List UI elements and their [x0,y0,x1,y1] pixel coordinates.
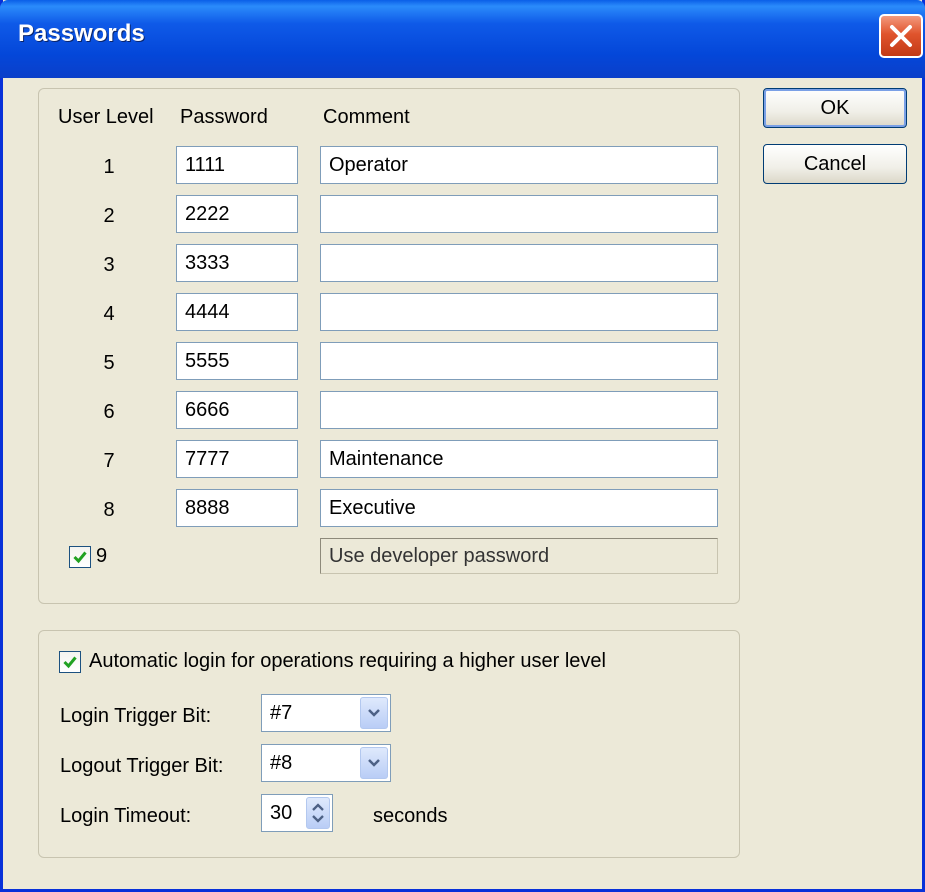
cancel-button[interactable]: Cancel [763,144,907,184]
password-field-1[interactable] [176,146,298,184]
login-trigger-value: #7 [270,702,293,724]
level-label-2: 2 [103,205,115,227]
comment-field-2[interactable] [320,195,718,233]
passwords-dialog: Passwords User Level Password Comment 1 … [0,0,925,892]
header-comment: Comment [323,106,410,128]
level-label-7: 7 [103,450,115,472]
level-label-8: 8 [103,499,115,521]
spin-arrows-icon [312,803,324,823]
login-trigger-select[interactable]: #7 [261,694,391,732]
comment-field-3[interactable] [320,244,718,282]
password-field-4[interactable] [176,293,298,331]
comment-field-4[interactable] [320,293,718,331]
login-timeout-spinner[interactable]: 30 [261,794,333,832]
header-user-level: User Level [58,106,154,128]
close-button[interactable] [879,14,923,58]
logout-trigger-value: #8 [270,752,293,774]
chevron-down-icon [368,709,380,717]
password-field-7[interactable] [176,440,298,478]
password-field-2[interactable] [176,195,298,233]
login-timeout-value: 30 [270,802,293,824]
password-field-3[interactable] [176,244,298,282]
level-9-label: 9 [96,545,108,567]
comment-field-7[interactable] [320,440,718,478]
password-field-5[interactable] [176,342,298,380]
auto-login-label: Automatic login for operations requiring… [89,650,606,672]
password-field-6[interactable] [176,391,298,429]
chevron-down-icon [368,759,380,767]
level-label-6: 6 [103,401,115,423]
login-timeout-label: Login Timeout: [60,805,192,827]
login-timeout-spin-buttons[interactable] [306,797,330,829]
logout-trigger-label: Logout Trigger Bit: [60,755,224,777]
login-trigger-label: Login Trigger Bit: [60,705,212,727]
level-label-3: 3 [103,254,115,276]
window-title: Passwords [18,20,145,47]
comment-field-8[interactable] [320,489,718,527]
password-field-8[interactable] [176,489,298,527]
close-icon [890,25,912,47]
login-timeout-unit: seconds [373,805,448,827]
checkmark-icon [63,656,77,669]
comment-field-1[interactable] [320,146,718,184]
level-9-checkbox[interactable] [69,546,91,568]
title-bar[interactable]: Passwords [0,0,925,78]
logout-trigger-dropdown-button[interactable] [360,747,388,779]
comment-field-6[interactable] [320,391,718,429]
auto-login-checkbox[interactable] [59,651,81,673]
level-label-1: 1 [103,156,115,178]
level-label-5: 5 [103,352,115,374]
ok-button[interactable]: OK [763,88,907,128]
login-trigger-dropdown-button[interactable] [360,697,388,729]
logout-trigger-select[interactable]: #8 [261,744,391,782]
developer-password-field [320,538,718,574]
checkmark-icon [73,551,87,564]
comment-field-5[interactable] [320,342,718,380]
header-password: Password [180,106,268,128]
level-label-4: 4 [103,303,115,325]
